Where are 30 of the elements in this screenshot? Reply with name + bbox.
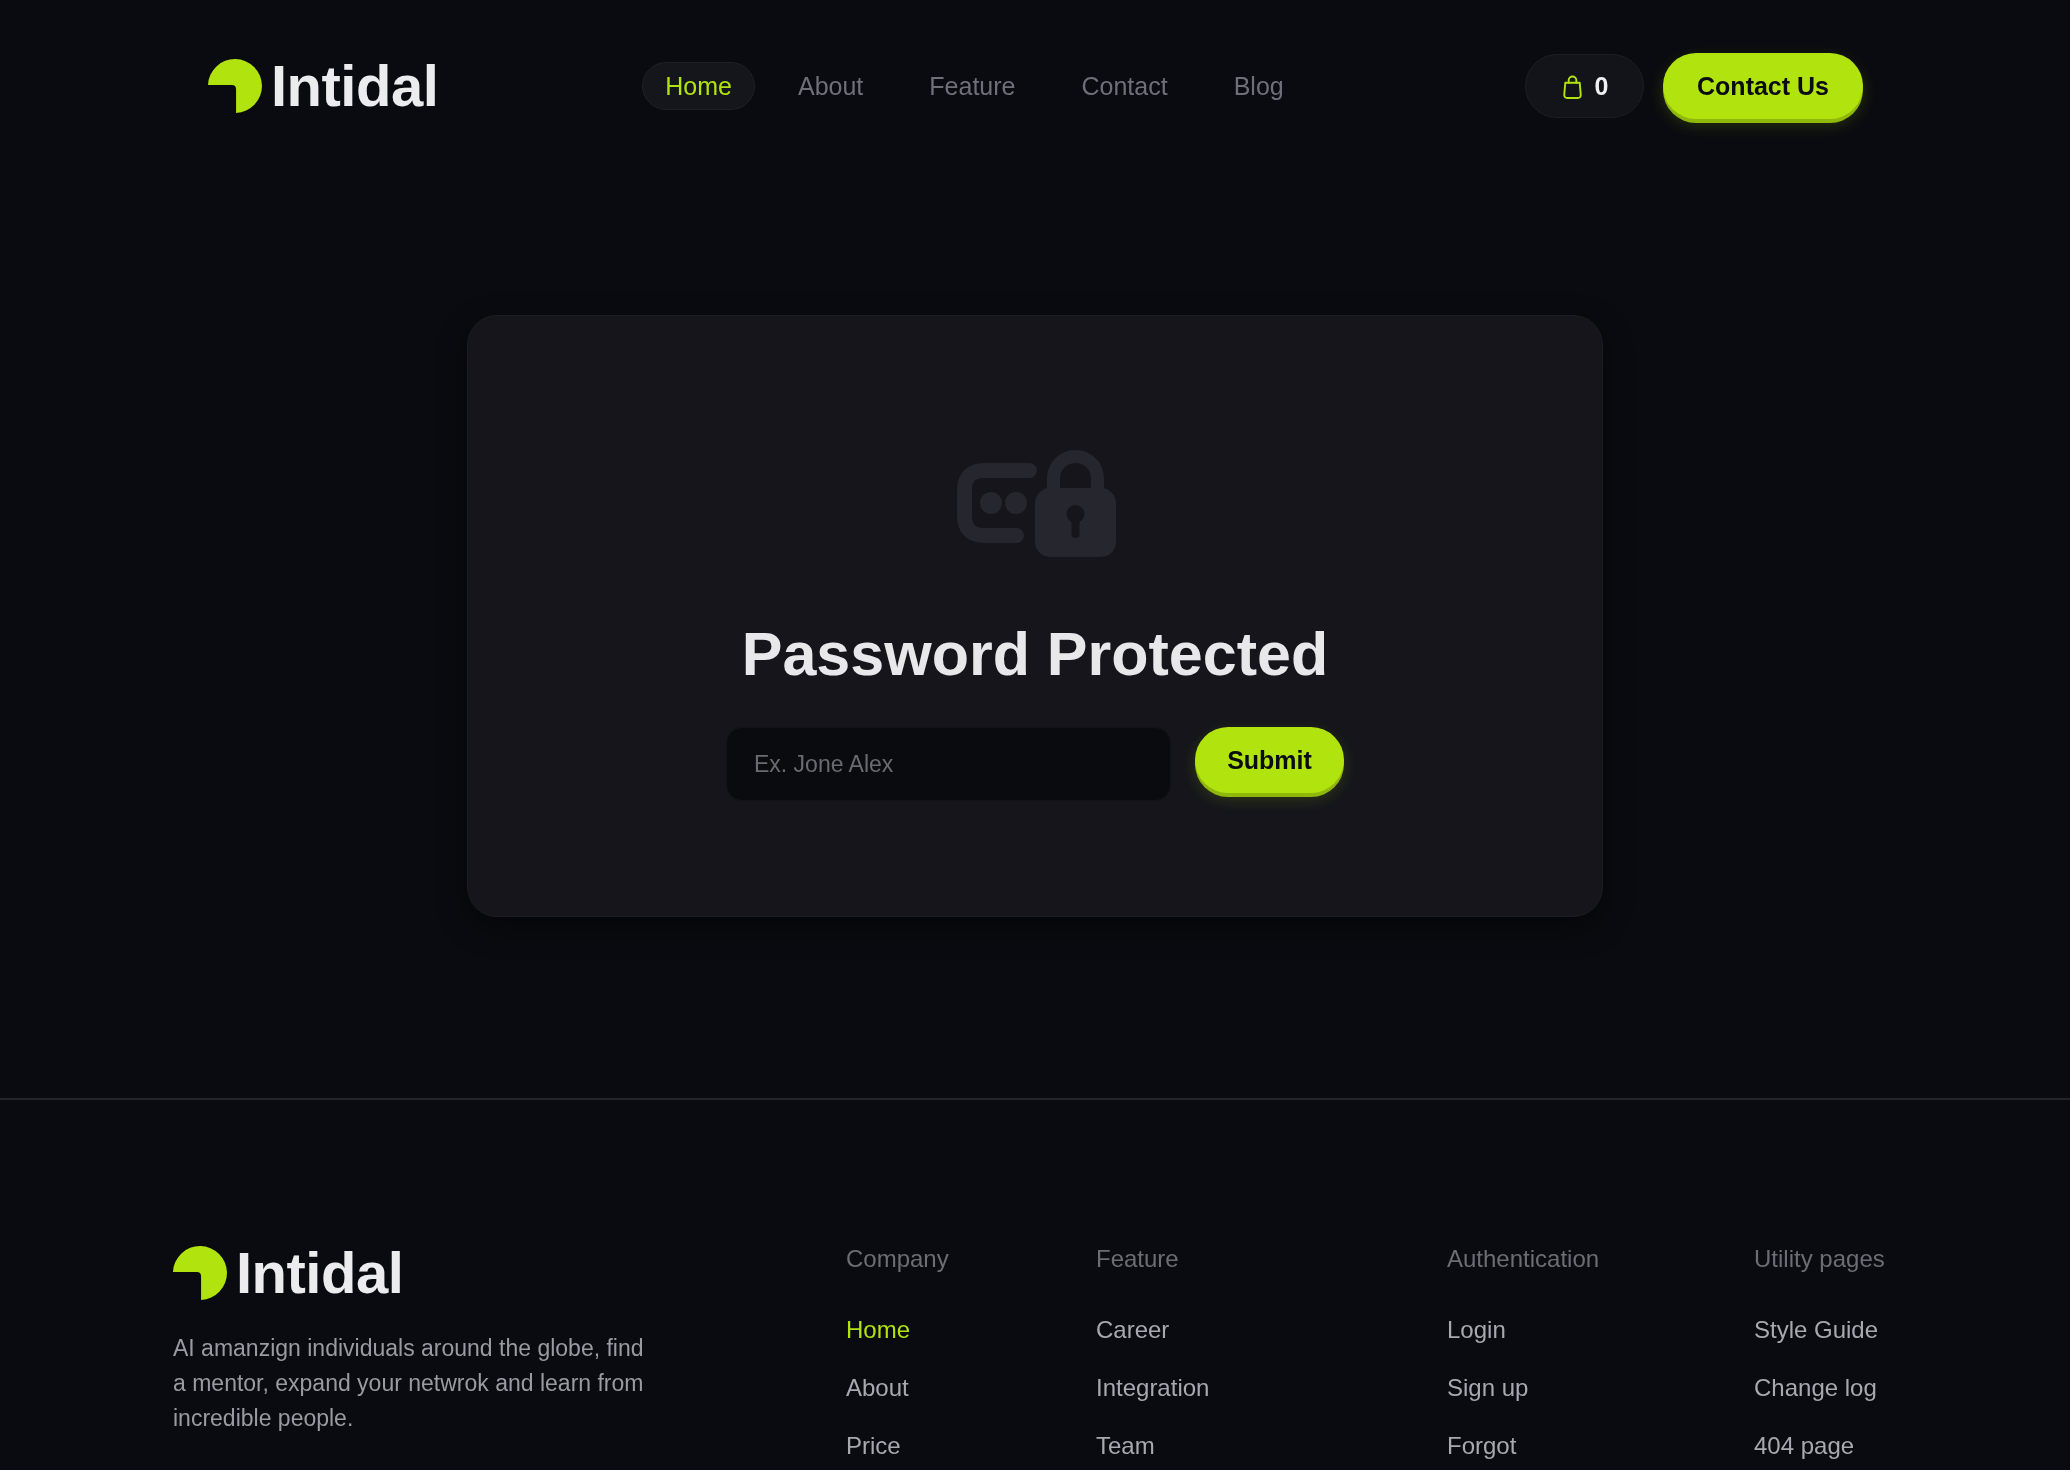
column-heading: Utility pages — [1754, 1244, 1885, 1274]
footer-link[interactable]: Home — [846, 1315, 911, 1345]
logo-icon — [208, 59, 262, 113]
nav-link[interactable]: About — [774, 62, 887, 110]
logo-text: Intidal — [271, 57, 439, 115]
logo-text: Intidal — [236, 1244, 404, 1302]
card-title: Password Protected — [741, 619, 1329, 690]
password-field[interactable]: Ex. Jone Alex — [726, 727, 1171, 801]
logo-icon — [173, 1246, 227, 1300]
footer-link[interactable]: Team — [1096, 1431, 1155, 1461]
footer-link[interactable]: Style Guide — [1754, 1315, 1879, 1345]
bag-icon — [1560, 73, 1584, 99]
footer-link[interactable]: Login — [1447, 1315, 1506, 1345]
column-heading: Company — [846, 1244, 949, 1274]
footer-link[interactable]: Career — [1096, 1315, 1170, 1345]
cart-button[interactable]: 0 — [1525, 54, 1645, 118]
nav-link[interactable]: Feature — [906, 62, 1039, 110]
nav-link[interactable]: Blog — [1210, 62, 1307, 110]
footer-link[interactable]: Change log — [1754, 1373, 1877, 1403]
footer-description: AI amanzign individuals around the globe, find a mentor, expand your netwrok and learn from incredible people. — [173, 1334, 645, 1433]
nav-link[interactable]: Contact — [1058, 62, 1191, 110]
column-heading: Feature — [1096, 1244, 1179, 1274]
nav-link[interactable]: Home — [642, 62, 755, 110]
footer-link[interactable]: Sign up — [1447, 1373, 1529, 1403]
footer-link[interactable]: About — [846, 1373, 909, 1403]
column-heading: Authentication — [1447, 1244, 1600, 1274]
footer-link[interactable]: Forgot — [1447, 1431, 1517, 1461]
footer-link[interactable]: Integration — [1096, 1373, 1210, 1403]
footer-link[interactable]: Price — [846, 1431, 901, 1461]
footer-link[interactable]: 404 page — [1754, 1431, 1855, 1461]
